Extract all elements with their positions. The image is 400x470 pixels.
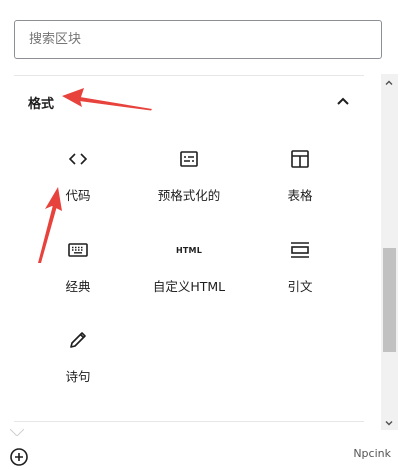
- divider: [14, 421, 364, 422]
- scrollbar-thumb[interactable]: [383, 248, 396, 352]
- editor-footer: [0, 436, 400, 470]
- block-label: 自定义HTML: [152, 279, 226, 294]
- divider: [14, 75, 364, 76]
- block-code[interactable]: 代码: [24, 147, 132, 225]
- chevron-up-icon: [337, 97, 349, 105]
- block-table[interactable]: 表格: [246, 147, 354, 225]
- block-label: 预格式化的: [157, 188, 221, 203]
- brand-text: Npcink: [353, 447, 391, 460]
- block-verse[interactable]: 诗句: [24, 328, 132, 406]
- block-label: 代码: [65, 188, 91, 203]
- block-classic[interactable]: 经典: [24, 238, 132, 316]
- block-custom-html[interactable]: HTML 自定义HTML: [135, 238, 243, 316]
- block-label: 诗句: [65, 369, 91, 384]
- block-preformatted[interactable]: 预格式化的: [135, 147, 243, 225]
- search-input[interactable]: [14, 20, 382, 59]
- block-inserter-panel: 格式 代码 预格式化的 表格: [0, 0, 400, 436]
- keyboard-icon: [24, 238, 132, 262]
- preformatted-icon: [135, 147, 243, 171]
- block-pullquote[interactable]: 引文: [246, 238, 354, 316]
- code-icon: [24, 147, 132, 171]
- pencil-icon: [24, 328, 132, 352]
- plus-circle-icon: [10, 448, 28, 466]
- scroll-up-icon[interactable]: [384, 78, 394, 88]
- collapse-section-button[interactable]: [330, 88, 356, 114]
- add-block-button[interactable]: [9, 447, 29, 467]
- section-title: 格式: [28, 97, 55, 112]
- block-label: 引文: [287, 279, 313, 294]
- scroll-down-icon[interactable]: [384, 418, 394, 428]
- html-icon: HTML: [175, 245, 202, 255]
- block-label: 表格: [287, 188, 313, 203]
- pullquote-icon: [246, 238, 354, 262]
- block-label: 经典: [65, 279, 91, 294]
- table-icon: [246, 147, 354, 171]
